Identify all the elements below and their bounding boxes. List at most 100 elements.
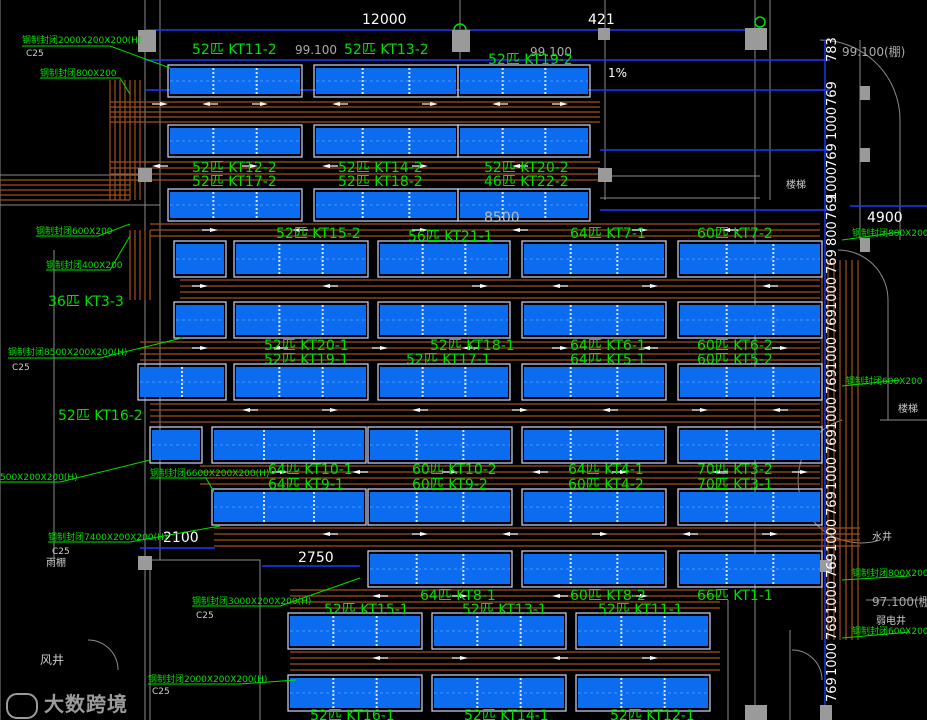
- annotation-9-c: C25: [196, 611, 214, 621]
- structural-column: [452, 30, 470, 52]
- unit-label-kt16-2: 52匹 KT16-2: [58, 408, 143, 424]
- annotation-7: 钢制封闭6600X200X200(H): [150, 467, 269, 479]
- unit-label-kt1-1: 66匹 KT1-1: [697, 588, 773, 604]
- watermark-text: 大数跨境: [44, 692, 128, 716]
- ac-unit-block: [233, 240, 369, 278]
- unit-label-kt15-1: 52匹 KT15-1: [324, 602, 409, 618]
- ac-unit-block: [431, 612, 567, 650]
- room-label-fengjing: 风井: [40, 653, 64, 667]
- unit-label-kt7-2: 60匹 KT7-2: [697, 226, 773, 242]
- elevation-4: 97.100(棚): [872, 594, 927, 609]
- ac-unit-block: [149, 426, 203, 464]
- ac-unit-block: [233, 363, 369, 401]
- cad-drawing: 12000 421 4900 2100 2750 8500 783 769 10…: [0, 0, 927, 720]
- unit-label-kt5-2: 60匹 KT5-2: [697, 352, 773, 368]
- ac-unit-block: [521, 240, 667, 278]
- dim-769-h: 769: [825, 491, 840, 516]
- unit-label-kt11-1: 52匹 KT11-1: [598, 602, 683, 618]
- dim-421: 421: [588, 12, 615, 28]
- elevation-1: 99.100: [295, 43, 337, 57]
- dim-1000-d: 1000: [825, 337, 840, 370]
- unit-label-kt19-2: 52匹 KT19-2: [488, 52, 573, 68]
- structural-column: [860, 86, 870, 100]
- annotation-5-c: C25: [12, 363, 30, 373]
- annotation-4: 钢制封闭400X200: [46, 259, 123, 271]
- dim-769-b: 769: [825, 143, 840, 168]
- unit-label-kt15-2: 52匹 KT15-2: [276, 226, 361, 242]
- watermark: 大数跨境: [6, 688, 128, 719]
- unit-label-kt19-1: 52匹 KT19-1: [264, 352, 349, 368]
- dim-769-f: 769: [825, 369, 840, 394]
- ac-unit-block: [677, 426, 823, 464]
- unit-label-kt13-2: 52匹 KT13-2: [344, 42, 429, 58]
- unit-label-kt10-1: 64匹 KT10-1: [268, 462, 353, 478]
- ac-unit-block: [677, 363, 823, 401]
- unit-label-kt17-1: 52匹 KT17-1: [406, 352, 491, 368]
- ac-unit-block: [287, 612, 423, 650]
- annotation-1: 钢制封闭2000X200X200(H): [22, 34, 141, 46]
- dim-769-j: 769: [825, 615, 840, 640]
- annotation-10: 钢制封闭2000X200X200(H): [148, 673, 267, 685]
- dim-4900: 4900: [867, 210, 903, 226]
- ac-unit-block: [377, 363, 511, 401]
- room-label-shuijing: 水井: [872, 530, 892, 543]
- ac-unit-block: [367, 488, 513, 526]
- annotation-11: 钢制封闭800X200: [852, 227, 927, 239]
- slope-text: 1%: [608, 66, 627, 80]
- ac-unit-block: [431, 674, 567, 712]
- ac-unit-block: [313, 188, 459, 222]
- annotation-3: 钢制封闭600X200: [36, 225, 113, 237]
- ac-unit-block: [367, 550, 513, 588]
- dim-769-k: 769: [825, 677, 840, 702]
- unit-label-kt5-1: 64匹 KT5-1: [570, 352, 646, 368]
- watermark-logo-icon: [6, 692, 38, 719]
- ac-unit-block: [677, 301, 823, 339]
- unit-label-kt10-2: 60匹 KT10-2: [412, 462, 497, 478]
- unit-label-kt9-1: 64匹 KT9-1: [268, 477, 344, 493]
- ac-unit-block: [521, 301, 667, 339]
- ac-unit-block: [367, 426, 513, 464]
- dim-783: 783: [825, 37, 840, 62]
- ac-unit-block: [377, 240, 511, 278]
- ac-unit-block: [167, 124, 303, 158]
- structural-column: [598, 168, 612, 182]
- dim-769-i: 769: [825, 553, 840, 578]
- ac-unit-block: [575, 612, 711, 650]
- ac-unit-block: [457, 64, 591, 98]
- annotation-8: 钢制封闭7400X200X200(H): [48, 531, 167, 543]
- dim-1000-e: 1000: [825, 397, 840, 430]
- dim-800: 800: [825, 221, 840, 246]
- dim-1000-i: 1000: [825, 643, 840, 676]
- ac-unit-block: [313, 124, 459, 158]
- ac-unit-block: [677, 550, 823, 588]
- room-label-louti-2: 楼梯: [898, 402, 918, 415]
- structural-column: [745, 705, 767, 720]
- dim-1000-g: 1000: [825, 519, 840, 552]
- ac-unit-block: [521, 488, 667, 526]
- ac-unit-block: [173, 240, 227, 278]
- ac-unit-block: [287, 674, 423, 712]
- unit-label-kt21-1: 56匹 KT21-1: [408, 229, 493, 245]
- structural-column: [860, 238, 870, 252]
- ac-unit-block: [167, 188, 303, 222]
- structural-column: [745, 28, 767, 50]
- ac-unit-block: [521, 363, 667, 401]
- unit-label-kt12-1: 52匹 KT12-1: [610, 708, 695, 720]
- structural-column: [820, 705, 832, 720]
- ac-unit-block: [233, 301, 369, 339]
- ac-unit-block: [313, 64, 459, 98]
- dim-1000-a: 1000: [825, 107, 840, 140]
- dim-1000-f: 1000: [825, 457, 840, 490]
- unit-label-kt3-2: 70匹 KT3-2: [697, 462, 773, 478]
- ac-unit-block: [457, 124, 591, 158]
- unit-label-kt3-3: 36匹 KT3-3: [48, 294, 124, 310]
- ac-unit-block: [677, 488, 823, 526]
- annotation-10-c: C25: [152, 687, 170, 697]
- dim-12000: 12000: [362, 12, 407, 28]
- dim-1000-h: 1000: [825, 581, 840, 614]
- ac-unit-block: [521, 550, 667, 588]
- annotation-13: 钢制封闭800X200: [852, 567, 927, 579]
- unit-label-kt11-2: 52匹 KT11-2: [192, 42, 277, 58]
- ac-unit-block: [173, 301, 227, 339]
- ac-unit-block: [211, 426, 367, 464]
